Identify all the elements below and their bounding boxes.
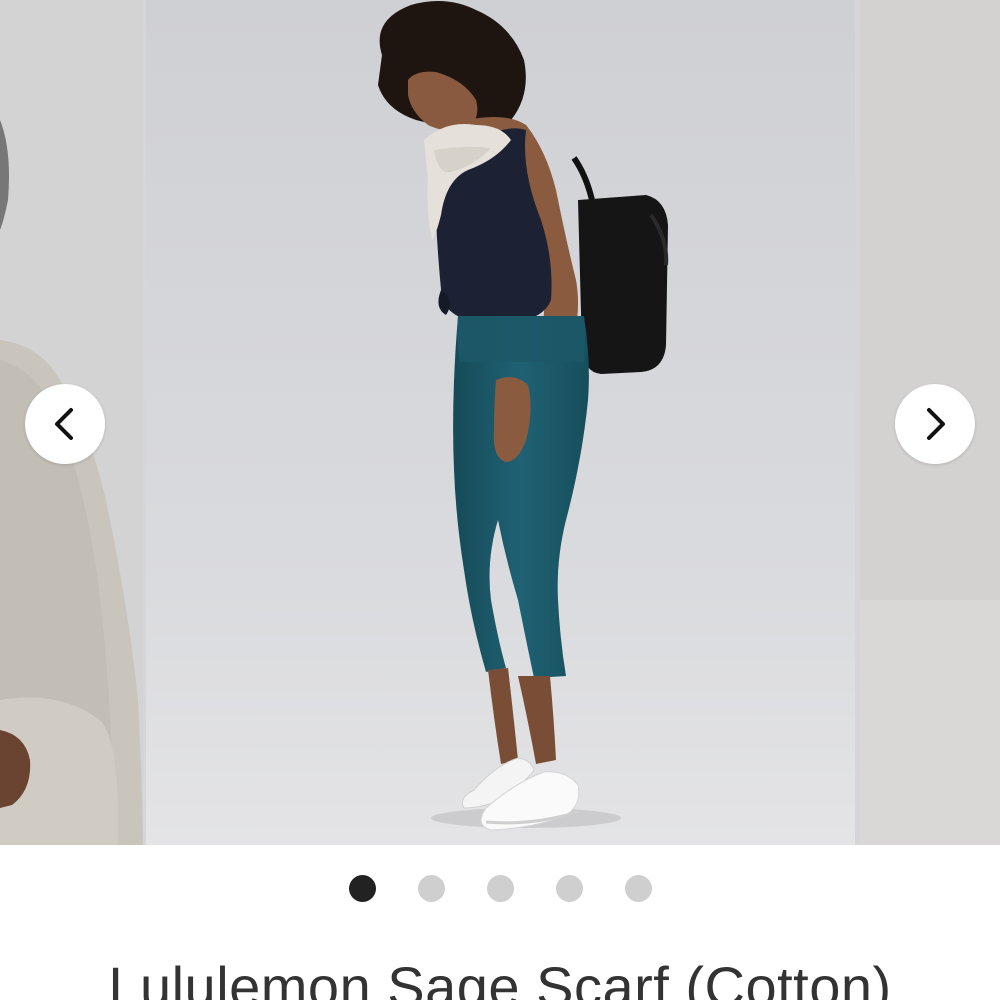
- carousel-pagination: [0, 874, 1000, 902]
- image-carousel[interactable]: [0, 0, 1000, 845]
- carousel-slide-current: [146, 0, 855, 845]
- product-page: Lululemon Sage Scarf (Cotton): [0, 0, 1000, 1000]
- product-model-image: [146, 0, 855, 845]
- pagination-dot-2[interactable]: [417, 874, 445, 902]
- pagination-dot-5[interactable]: [624, 874, 652, 902]
- carousel-next-button[interactable]: [895, 384, 975, 464]
- pagination-dot-1[interactable]: [348, 874, 376, 902]
- chevron-left-icon: [55, 408, 73, 440]
- pagination-dot-3[interactable]: [486, 874, 514, 902]
- product-title: Lululemon Sage Scarf (Cotton): [108, 955, 892, 1000]
- chevron-right-icon: [927, 408, 945, 440]
- carousel-prev-button[interactable]: [25, 384, 105, 464]
- pagination-dot-4[interactable]: [555, 874, 583, 902]
